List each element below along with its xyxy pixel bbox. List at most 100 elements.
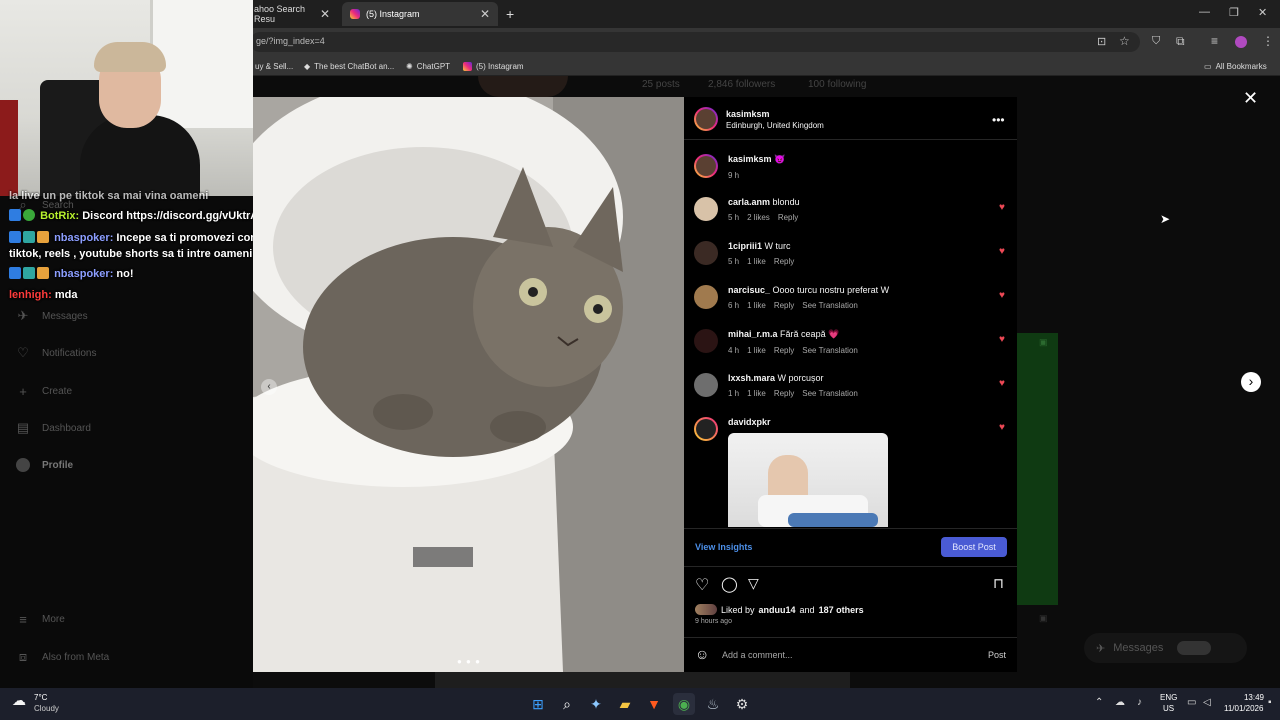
sidebar-item-profile[interactable]: Profile: [16, 458, 73, 472]
network-icon[interactable]: ▭: [1187, 697, 1196, 708]
comment-bubble-icon[interactable]: ◯: [721, 575, 738, 593]
comment-username[interactable]: carla.anm: [728, 197, 770, 207]
commenter-avatar[interactable]: [694, 417, 718, 441]
puzzle-icon[interactable]: ⧉: [1176, 34, 1185, 49]
minimize-icon[interactable]: —: [1199, 6, 1210, 18]
comment-gif-image[interactable]: [728, 433, 888, 527]
author-avatar[interactable]: [694, 154, 718, 178]
comment-likes[interactable]: 1 like: [747, 301, 766, 310]
see-translation-button[interactable]: See Translation: [802, 389, 858, 398]
comment-username[interactable]: narcisuc_: [728, 285, 770, 295]
comment-heart-icon[interactable]: ♥: [999, 290, 1005, 301]
tab-search-icon[interactable]: ≡: [1211, 34, 1218, 48]
sidebar-item-create[interactable]: + Create: [16, 384, 72, 399]
more-options-icon[interactable]: •••: [992, 113, 1005, 127]
microphone-icon[interactable]: ♪: [1137, 697, 1142, 708]
comment-likes[interactable]: 1 like: [747, 346, 766, 355]
weather-temp[interactable]: 7°C: [34, 693, 47, 702]
boost-post-button[interactable]: Boost Post: [941, 537, 1007, 557]
close-icon[interactable]: ✕: [480, 7, 490, 21]
comment-likes[interactable]: 2 likes: [747, 213, 770, 222]
see-translation-button[interactable]: See Translation: [802, 346, 858, 355]
keyboard-layout[interactable]: US: [1163, 704, 1174, 713]
sidebar-item-more[interactable]: ≡ More: [16, 612, 65, 627]
reply-button[interactable]: Reply: [778, 213, 798, 222]
onedrive-icon[interactable]: ☁: [1115, 697, 1125, 708]
weather-desc[interactable]: Cloudy: [34, 704, 59, 713]
steam-icon[interactable]: ♨: [702, 693, 724, 715]
windows-start-icon[interactable]: ⊞: [527, 693, 549, 715]
sidebar-item-dashboard[interactable]: ▤ Dashboard: [16, 420, 91, 435]
commenter-avatar[interactable]: [694, 285, 718, 309]
liked-by-user[interactable]: anduu14: [759, 605, 796, 615]
comment-heart-icon[interactable]: ♥: [999, 202, 1005, 213]
like-heart-icon[interactable]: ♡: [695, 575, 709, 595]
window-close-icon[interactable]: ✕: [1258, 6, 1267, 19]
comment-heart-icon[interactable]: ♥: [999, 378, 1005, 389]
sidebar-item-notifications[interactable]: ♡ Notifications: [16, 345, 96, 360]
bookmark-item[interactable]: uy & Sell...: [255, 58, 293, 74]
copilot-icon[interactable]: ✦: [585, 693, 607, 715]
reply-button[interactable]: Reply: [774, 301, 794, 310]
liked-by-others[interactable]: 187 others: [819, 605, 864, 615]
bookmark-item[interactable]: ✺ ChatGPT: [406, 58, 450, 74]
tab-instagram[interactable]: (5) Instagram ✕: [342, 2, 498, 26]
profile-avatar[interactable]: [1235, 36, 1247, 48]
messages-bubble[interactable]: ✈ Messages: [1084, 633, 1247, 663]
reply-button[interactable]: Reply: [774, 389, 794, 398]
comment-username[interactable]: davidxpkr: [728, 417, 771, 427]
bookmark-item[interactable]: ◆ The best ChatBot an...: [304, 58, 394, 74]
close-modal-icon[interactable]: ✕: [1243, 88, 1258, 109]
clock-date[interactable]: 11/01/2026: [1224, 704, 1263, 713]
commenter-avatar[interactable]: [694, 373, 718, 397]
search-icon[interactable]: ⌕: [556, 693, 578, 715]
comment-input[interactable]: Add a comment...: [722, 650, 793, 660]
post-comment-button[interactable]: Post: [988, 650, 1006, 660]
comment-username[interactable]: mihai_r.m.a: [728, 329, 778, 339]
comment-username[interactable]: lxxsh.mara: [728, 373, 775, 383]
author-avatar[interactable]: [694, 107, 718, 131]
tab-yahoo-search[interactable]: ahoo Search Resu ✕: [246, 2, 338, 26]
reply-button[interactable]: Reply: [774, 257, 794, 266]
caption-username[interactable]: kasimksm: [728, 154, 772, 164]
emoji-icon[interactable]: ☺: [695, 646, 709, 662]
commenter-avatar[interactable]: [694, 329, 718, 353]
star-icon[interactable]: ☆: [1119, 34, 1130, 48]
comment-likes[interactable]: 1 like: [747, 257, 766, 266]
all-bookmarks[interactable]: ▭ All Bookmarks: [1204, 58, 1267, 74]
volume-icon[interactable]: ◁: [1203, 697, 1211, 708]
comment-heart-icon[interactable]: ♥: [999, 334, 1005, 345]
bookmark-item[interactable]: (5) Instagram: [463, 58, 524, 74]
commenter-avatar[interactable]: [694, 241, 718, 265]
new-tab-plus-icon[interactable]: +: [506, 6, 514, 22]
clock-time[interactable]: 13:49: [1226, 693, 1264, 702]
language-indicator[interactable]: ENG: [1160, 693, 1177, 702]
bookmark-save-icon[interactable]: ⊓: [993, 575, 1004, 592]
sidebar-item-also-from-meta[interactable]: ⧈ Also from Meta: [16, 649, 109, 664]
comment-username[interactable]: 1cipriii1: [728, 241, 762, 251]
author-username[interactable]: kasimksm: [726, 109, 824, 119]
see-translation-button[interactable]: See Translation: [802, 301, 858, 310]
file-explorer-icon[interactable]: ▰: [614, 693, 636, 715]
close-icon[interactable]: ✕: [320, 7, 330, 21]
tray-overflow-chevron-icon[interactable]: ⌃: [1095, 697, 1103, 708]
chrome-icon[interactable]: ◉: [673, 693, 695, 715]
sidebar-item-messages[interactable]: ✈ Messages: [16, 308, 88, 323]
reply-button[interactable]: Reply: [774, 346, 794, 355]
commenter-avatar[interactable]: [694, 197, 718, 221]
comment-heart-icon[interactable]: ♥: [999, 246, 1005, 257]
notification-bell-icon[interactable]: ▪: [1268, 697, 1272, 708]
comment-likes[interactable]: 1 like: [747, 389, 766, 398]
share-send-icon[interactable]: ▽: [748, 575, 759, 592]
comment-heart-icon[interactable]: ♥: [999, 422, 1005, 433]
menu-dots-icon[interactable]: ⋮: [1262, 34, 1274, 48]
install-app-icon[interactable]: ⊡: [1097, 35, 1106, 48]
view-insights-link[interactable]: View Insights: [695, 542, 752, 552]
prev-image-chevron-icon[interactable]: ‹: [261, 379, 277, 395]
maximize-icon[interactable]: ❐: [1229, 6, 1239, 19]
settings-gear-icon[interactable]: ⚙: [731, 693, 753, 715]
extension-shield-icon[interactable]: ⛉: [1152, 35, 1160, 48]
brave-icon[interactable]: ▼: [643, 693, 665, 715]
post-location[interactable]: Edinburgh, United Kingdom: [726, 121, 824, 130]
next-post-chevron-icon[interactable]: ›: [1241, 372, 1261, 392]
